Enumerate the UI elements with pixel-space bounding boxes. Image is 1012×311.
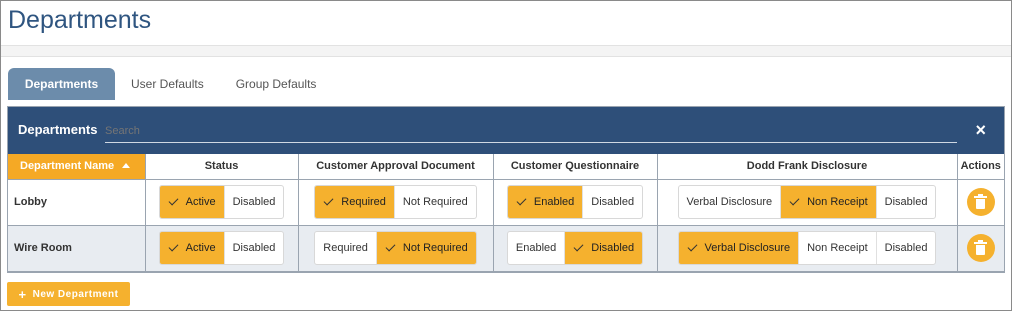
option-label: Disabled: [232, 242, 276, 254]
close-icon[interactable]: ×: [975, 120, 986, 140]
dodd-frank-cell: Verbal Disclosure Non Receipt Disabled: [656, 178, 958, 226]
column-header-dodd-frank: Dodd Frank Disclosure: [656, 154, 958, 180]
option-label: Disabled: [591, 196, 635, 208]
column-header-status: Status: [144, 154, 299, 180]
approval-option-required[interactable]: Required: [315, 186, 394, 218]
checkmark-icon: [168, 241, 179, 252]
approval-option-not-required[interactable]: Not Required: [375, 232, 476, 264]
questionnaire-cell: Enabled Disabled: [492, 178, 658, 226]
panel-header: Departments ×: [8, 107, 1004, 154]
column-header-actions: Actions: [956, 154, 1004, 180]
delete-button[interactable]: [966, 188, 995, 216]
trash-icon: [974, 193, 988, 209]
dodd-frank-option-non-receipt[interactable]: Non Receipt: [780, 186, 876, 218]
tab-departments[interactable]: Departments: [8, 68, 115, 100]
checkmark-icon: [687, 241, 697, 252]
option-label: Disabled: [591, 242, 635, 254]
questionnaire-option-disabled[interactable]: Disabled: [564, 232, 643, 264]
option-label: Required: [341, 196, 386, 208]
tab-group-defaults[interactable]: Group Defaults: [220, 68, 333, 100]
option-label: Not Required: [402, 196, 468, 208]
title-divider: [1, 45, 1011, 57]
approval-cell: Required Not Required: [297, 224, 494, 272]
department-name-cell: Wire Room: [8, 224, 146, 272]
delete-button[interactable]: [966, 234, 995, 262]
option-label: Disabled: [884, 196, 928, 208]
search-input[interactable]: [105, 119, 957, 143]
questionnaire-toggle-group: Enabled Disabled: [506, 185, 644, 219]
approval-cell: Required Not Required: [297, 178, 494, 226]
checkmark-icon: [573, 241, 584, 252]
department-name-cell: Lobby: [8, 178, 146, 226]
option-label: Required: [323, 242, 368, 254]
column-header-department-name[interactable]: Department Name: [8, 154, 146, 180]
option-label: Active: [185, 242, 216, 254]
dodd-frank-toggle-group: Verbal Disclosure Non Receipt Disabled: [677, 185, 937, 219]
checkmark-icon: [789, 195, 800, 206]
table-row: Lobby Active Disabled Required Not Required E…: [8, 178, 1004, 226]
dodd-frank-option-non-receipt[interactable]: Non Receipt: [798, 232, 876, 264]
option-label: Non Receipt: [807, 196, 868, 208]
column-header-approval: Customer Approval Document: [297, 154, 494, 180]
sort-ascending-icon: [122, 163, 131, 169]
approval-toggle-group: Required Not Required: [314, 231, 477, 265]
option-label: Not Required: [402, 242, 468, 254]
questionnaire-option-disabled[interactable]: Disabled: [582, 186, 642, 218]
approval-option-not-required[interactable]: Not Required: [393, 186, 476, 218]
questionnaire-option-enabled[interactable]: Enabled: [507, 186, 583, 218]
status-toggle-group: Active Disabled: [158, 185, 285, 219]
option-label: Disabled: [232, 196, 276, 208]
dodd-frank-option-verbal-disclosure[interactable]: Verbal Disclosure: [679, 186, 781, 218]
new-department-label: New Department: [32, 288, 119, 300]
actions-cell: [956, 178, 1004, 226]
option-label: Verbal Disclosure: [704, 242, 791, 254]
status-cell: Active Disabled: [144, 178, 299, 226]
panel-title: Departments: [18, 122, 98, 137]
checkmark-icon: [168, 195, 179, 206]
tab-user-defaults[interactable]: User Defaults: [115, 68, 220, 100]
option-label: Enabled: [515, 242, 557, 254]
option-label: Disabled: [884, 242, 928, 254]
status-toggle-group: Active Disabled: [158, 231, 285, 265]
option-label: Enabled: [533, 196, 575, 208]
option-label: Active: [185, 196, 216, 208]
questionnaire-toggle-group: Enabled Disabled: [506, 231, 644, 265]
departments-table: Department Name Status Customer Approval…: [8, 154, 1004, 272]
option-label: Verbal Disclosure: [686, 196, 773, 208]
table-row: Wire Room Active Disabled Required Not Requi…: [8, 224, 1004, 272]
dodd-frank-option-disabled[interactable]: Disabled: [875, 232, 936, 264]
option-label: Non Receipt: [807, 242, 868, 254]
dodd-frank-option-verbal-disclosure[interactable]: Verbal Disclosure: [678, 232, 799, 264]
tab-bar: Departments User Defaults Group Defaults: [8, 68, 332, 100]
actions-cell: [956, 224, 1004, 272]
dodd-frank-cell: Verbal Disclosure Non Receipt Disabled: [656, 224, 958, 272]
questionnaire-option-enabled[interactable]: Enabled: [508, 232, 564, 264]
trash-icon: [974, 239, 988, 255]
status-option-active[interactable]: Active: [159, 186, 224, 218]
departments-panel: Departments × Department Name Status Cus…: [7, 106, 1005, 273]
approval-option-required[interactable]: Required: [315, 232, 376, 264]
dodd-frank-option-disabled[interactable]: Disabled: [875, 186, 936, 218]
new-department-button[interactable]: + New Department: [7, 282, 130, 306]
approval-toggle-group: Required Not Required: [314, 185, 477, 219]
questionnaire-cell: Enabled Disabled: [492, 224, 658, 272]
table-header-row: Department Name Status Customer Approval…: [8, 154, 1004, 180]
status-cell: Active Disabled: [144, 224, 299, 272]
plus-icon: +: [18, 286, 27, 302]
checkmark-icon: [516, 195, 527, 206]
column-header-questionnaire: Customer Questionnaire: [492, 154, 658, 180]
page-title: Departments: [8, 6, 152, 34]
status-option-disabled[interactable]: Disabled: [223, 186, 284, 218]
checkmark-icon: [323, 195, 334, 206]
checkmark-icon: [385, 241, 396, 252]
status-option-disabled[interactable]: Disabled: [223, 232, 284, 264]
status-option-active[interactable]: Active: [159, 232, 224, 264]
dodd-frank-toggle-group: Verbal Disclosure Non Receipt Disabled: [677, 231, 937, 265]
